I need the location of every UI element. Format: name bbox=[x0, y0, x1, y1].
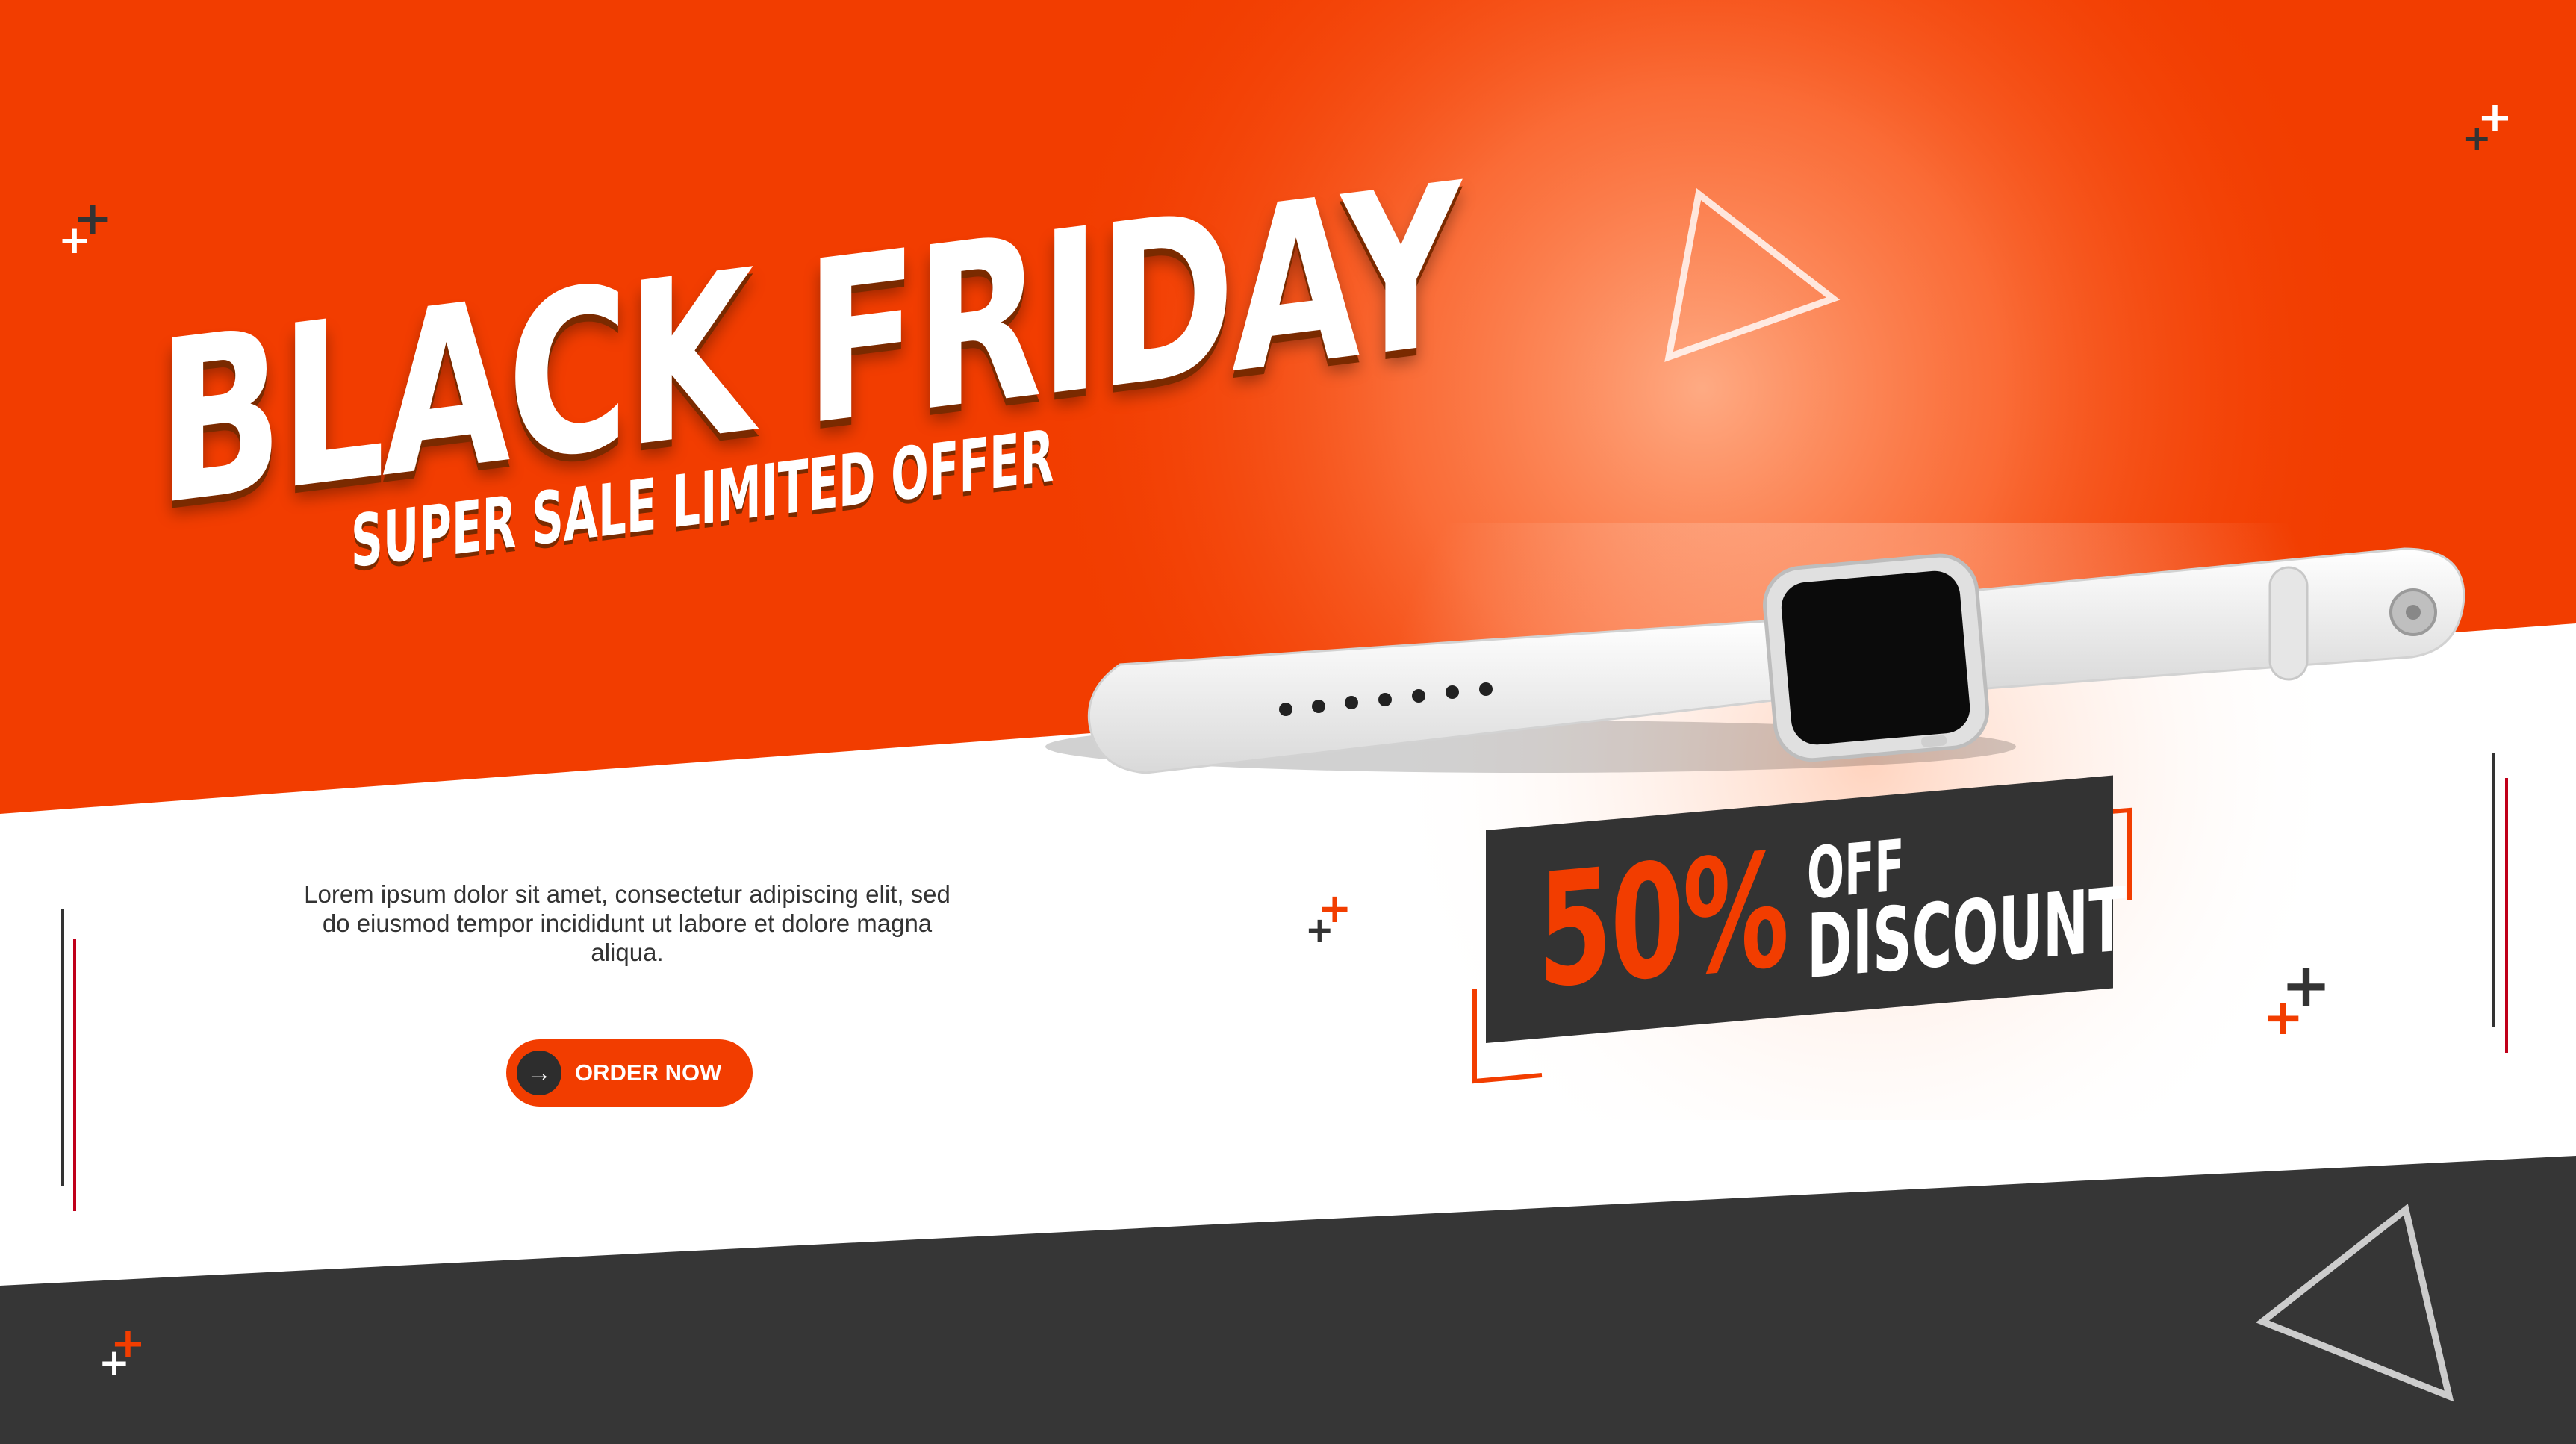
left-accent-lines bbox=[61, 909, 76, 1211]
order-now-label: ORDER NOW bbox=[575, 1059, 722, 1086]
description-text: Lorem ipsum dolor sit amet, consectetur … bbox=[304, 880, 951, 966]
dark-band bbox=[0, 1156, 2576, 1444]
discount-text: OFF DISCOUNT bbox=[1807, 815, 2127, 998]
arrow-right-icon: → bbox=[517, 1051, 561, 1095]
banner: BLACK FRIDAY SUPER SALE LIMITED OFFER Lo… bbox=[0, 0, 2576, 1444]
plus-icon: + bbox=[2463, 118, 2492, 158]
plus-icon: + bbox=[58, 218, 91, 263]
order-now-button[interactable]: → ORDER NOW bbox=[506, 1039, 753, 1107]
plus-icon: + bbox=[2262, 989, 2304, 1046]
plus-icon: + bbox=[99, 1341, 130, 1384]
plus-icon: + bbox=[1305, 909, 1334, 950]
discount-word: DISCOUNT bbox=[1807, 867, 2127, 998]
discount-percent: 50% bbox=[1538, 818, 1788, 1024]
